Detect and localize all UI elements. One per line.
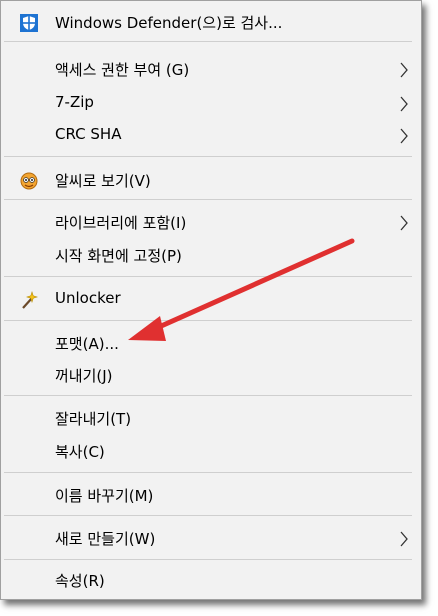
- menu-item-label: 속성(R): [55, 572, 105, 590]
- menu-item-label: 시작 화면에 고정(P): [55, 247, 182, 265]
- menu-item-new[interactable]: 새로 만들기(W): [1, 522, 421, 554]
- chevron-right-icon: [400, 96, 408, 112]
- context-menu: Windows Defender(으)로 검사... 액세스 권한 부여 (G)…: [0, 0, 422, 600]
- menu-item-copy[interactable]: 복사(C): [1, 435, 421, 467]
- menu-item-label: 복사(C): [55, 443, 105, 461]
- chevron-right-icon: [400, 62, 408, 78]
- menu-item-label: 잘라내기(T): [55, 410, 132, 428]
- menu-item-unlocker[interactable]: Unlocker: [1, 283, 421, 315]
- menu-item-crc-sha[interactable]: CRC SHA: [1, 119, 421, 151]
- menu-item-eject[interactable]: 꺼내기(J): [1, 359, 421, 391]
- menu-separator: [4, 276, 412, 277]
- menu-item-label: Unlocker: [55, 289, 121, 307]
- menu-item-label: 라이브러리에 포함(I): [55, 214, 187, 232]
- menu-item-grant-access[interactable]: 액세스 권한 부여 (G): [1, 53, 421, 85]
- menu-separator: [4, 559, 412, 560]
- menu-separator: [4, 199, 412, 200]
- menu-item-properties[interactable]: 속성(R): [1, 564, 421, 596]
- windows-defender-shield-icon: [19, 13, 39, 33]
- menu-item-label: 알씨로 보기(V): [55, 172, 151, 190]
- menu-item-rename[interactable]: 이름 바꾸기(M): [1, 479, 421, 511]
- menu-separator: [4, 395, 412, 396]
- menu-item-label: Windows Defender(으)로 검사...: [55, 14, 283, 32]
- menu-item-windows-defender-scan[interactable]: Windows Defender(으)로 검사...: [1, 6, 421, 38]
- unlocker-wand-icon: [19, 290, 39, 310]
- chevron-right-icon: [400, 531, 408, 547]
- menu-separator: [4, 320, 412, 321]
- menu-item-label: CRC SHA: [55, 125, 122, 143]
- alsee-viewer-icon: [19, 171, 39, 191]
- menu-item-label: 포맷(A)...: [55, 335, 119, 353]
- chevron-right-icon: [400, 215, 408, 231]
- menu-item-cut[interactable]: 잘라내기(T): [1, 402, 421, 434]
- menu-item-include-in-library[interactable]: 라이브러리에 포함(I): [1, 206, 421, 238]
- menu-item-7zip[interactable]: 7-Zip: [1, 87, 421, 119]
- menu-item-label: 꺼내기(J): [55, 367, 113, 385]
- chevron-right-icon: [400, 128, 408, 144]
- menu-item-pin-to-start[interactable]: 시작 화면에 고정(P): [1, 239, 421, 271]
- menu-item-format[interactable]: 포맷(A)...: [1, 327, 421, 359]
- menu-separator: [4, 472, 412, 473]
- menu-item-label: 액세스 권한 부여 (G): [55, 61, 190, 79]
- menu-item-label: 이름 바꾸기(M): [55, 487, 154, 505]
- menu-item-label: 새로 만들기(W): [55, 530, 156, 548]
- menu-separator: [4, 41, 412, 42]
- menu-item-alsee-view[interactable]: 알씨로 보기(V): [1, 164, 421, 196]
- menu-item-label: 7-Zip: [55, 93, 94, 111]
- menu-separator: [4, 515, 412, 516]
- menu-separator: [4, 156, 412, 157]
